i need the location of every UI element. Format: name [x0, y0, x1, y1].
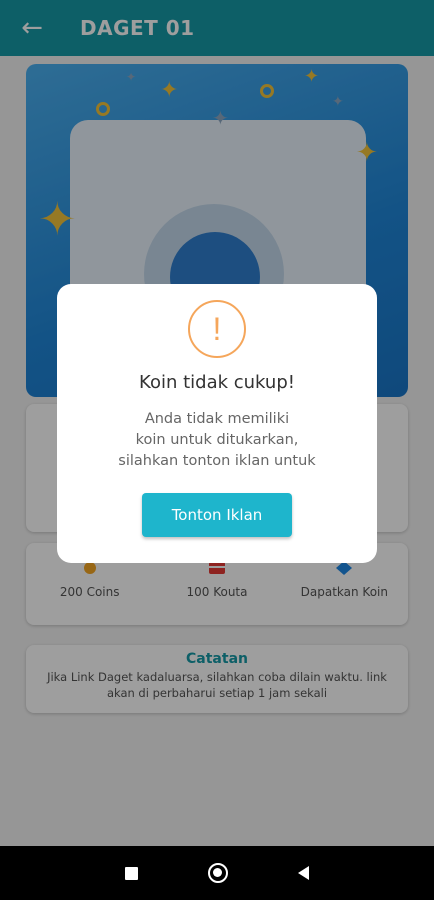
- insufficient-coins-dialog: ! Koin tidak cukup! Anda tidak memiliki …: [57, 284, 377, 563]
- watch-ad-button[interactable]: Tonton Iklan: [142, 493, 292, 537]
- recents-icon[interactable]: [125, 866, 138, 880]
- warning-icon: !: [188, 300, 246, 358]
- dialog-message-line: silahkan tonton iklan untuk: [118, 453, 316, 469]
- dialog-message-line: koin untuk ditukarkan,: [135, 432, 299, 448]
- system-nav-bar: [0, 846, 434, 900]
- warning-glyph: !: [212, 310, 222, 347]
- home-icon[interactable]: [208, 863, 228, 883]
- dialog-message-line: Anda tidak memiliki: [144, 411, 290, 427]
- modal-scrim-top[interactable]: [0, 0, 434, 56]
- dialog-message: Anda tidak memiliki koin untuk ditukarka…: [118, 409, 315, 472]
- dialog-title: Koin tidak cukup!: [139, 372, 295, 393]
- back-icon[interactable]: [298, 866, 309, 880]
